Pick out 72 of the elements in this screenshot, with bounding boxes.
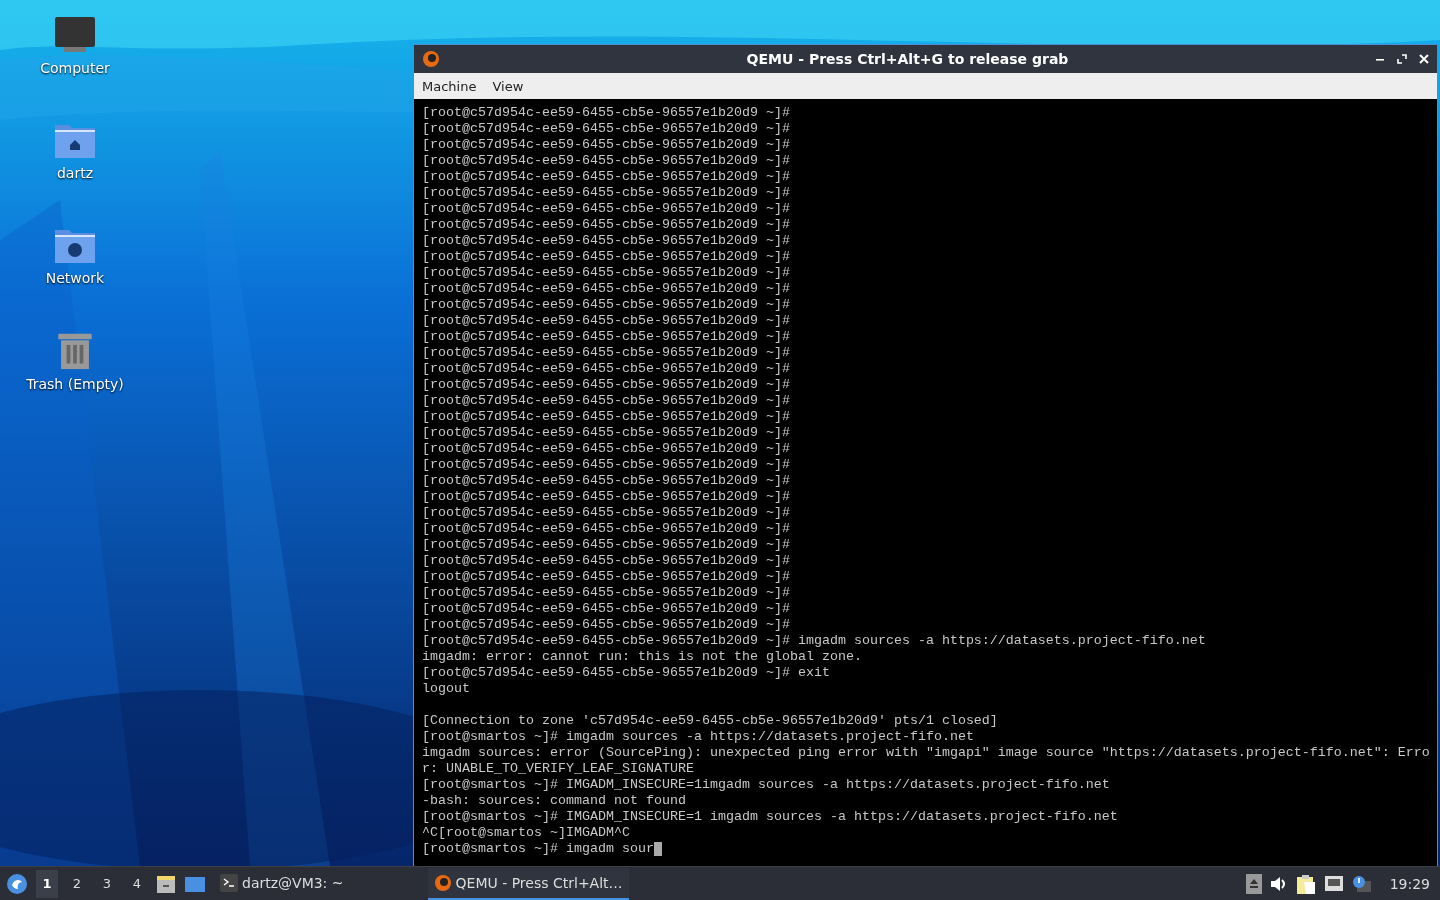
close-icon[interactable] — [1419, 54, 1429, 64]
taskbar-task-button[interactable]: QEMU - Press Ctrl+Alt… — [427, 867, 629, 900]
terminal-line: [root@c57d954c-ee59-6455-cb5e-96557e1b20d9 ~]# — [422, 313, 790, 329]
terminal-line: [root@c57d954c-ee59-6455-cb5e-96557e1b20d9 ~]# — [422, 233, 790, 249]
terminal-line: [root@c57d954c-ee59-6455-cb5e-96557e1b20d9 ~]# — [422, 105, 790, 121]
terminal-line: [root@c57d954c-ee59-6455-cb5e-96557e1b20d9 ~]# — [422, 521, 790, 537]
terminal-line: [root@c57d954c-ee59-6455-cb5e-96557e1b20d9 ~]# — [422, 153, 790, 169]
terminal-line: [root@c57d954c-ee59-6455-cb5e-96557e1b20d9 ~]# — [422, 537, 790, 553]
terminal-line: [root@c57d954c-ee59-6455-cb5e-96557e1b20d9 ~]# — [422, 185, 790, 201]
start-menu-icon[interactable] — [6, 872, 28, 895]
terminal-line: [root@c57d954c-ee59-6455-cb5e-96557e1b20d9 ~]# — [422, 441, 790, 457]
terminal-line: [root@c57d954c-ee59-6455-cb5e-96557e1b20d9 ~]# — [422, 121, 790, 137]
terminal-line: [root@c57d954c-ee59-6455-cb5e-96557e1b20d9 ~]# — [422, 345, 790, 361]
terminal-line: imgadm sources: error (SourcePing): unexpected ping error with "imgapi" image source "https://datasets.project-fifo.net": Erro — [422, 745, 1430, 761]
terminal-line: [root@c57d954c-ee59-6455-cb5e-96557e1b20d9 ~]# — [422, 457, 790, 473]
terminal-line: [root@c57d954c-ee59-6455-cb5e-96557e1b20d9 ~]# — [422, 137, 790, 153]
workspace-button[interactable]: 4 — [126, 869, 148, 898]
terminal-line: [root@c57d954c-ee59-6455-cb5e-96557e1b20d9 ~]# — [422, 249, 790, 265]
terminal-line: [root@smartos ~]# imgadm sour — [422, 841, 654, 857]
workspace-button[interactable]: 2 — [66, 869, 88, 898]
terminal-line: [root@c57d954c-ee59-6455-cb5e-96557e1b20d9 ~]# — [422, 297, 790, 313]
terminal-line: [root@smartos ~]# imgadm sources -a https://datasets.project-fifo.net — [422, 729, 974, 745]
workspace-button[interactable]: 1 — [36, 869, 58, 898]
terminal-line: [root@c57d954c-ee59-6455-cb5e-96557e1b20d9 ~]# — [422, 409, 790, 425]
menu-item[interactable]: View — [492, 78, 524, 94]
desktop-icon-label[interactable]: Network — [45, 270, 105, 286]
qemu-logo-icon — [422, 50, 440, 68]
terminal-line: [root@c57d954c-ee59-6455-cb5e-96557e1b20d9 ~]# — [422, 393, 790, 409]
terminal-line: [root@c57d954c-ee59-6455-cb5e-96557e1b20d9 ~]# — [422, 377, 790, 393]
eject-icon[interactable] — [1245, 873, 1262, 894]
qemu-logo-icon — [433, 873, 452, 892]
terminal-line: [root@c57d954c-ee59-6455-cb5e-96557e1b20d9 ~]# — [422, 425, 790, 441]
terminal-line: [root@c57d954c-ee59-6455-cb5e-96557e1b20d9 ~]# — [422, 201, 790, 217]
terminal-line: [root@c57d954c-ee59-6455-cb5e-96557e1b20d9 ~]# — [422, 489, 790, 505]
monitor-icon[interactable] — [54, 16, 96, 54]
terminal-line: [root@c57d954c-ee59-6455-cb5e-96557e1b20d9 ~]# exit — [422, 665, 830, 681]
terminal-line: [root@c57d954c-ee59-6455-cb5e-96557e1b20d9 ~]# — [422, 169, 790, 185]
terminal-line: [root@c57d954c-ee59-6455-cb5e-96557e1b20d9 ~]# — [422, 569, 790, 585]
terminal-line: [root@smartos ~]# IMGADM_INSECURE=1 imgadm sources -a https://datasets.project-fifo.net — [422, 809, 1118, 825]
terminal-line: -bash: sources: command not found — [422, 793, 686, 809]
workspace-button[interactable]: 3 — [96, 869, 118, 898]
desktop-icon-label[interactable]: Trash (Empty) — [26, 376, 124, 392]
maximize-icon[interactable] — [1397, 54, 1407, 64]
window-title: QEMU - Press Ctrl+Alt+G to release grab — [745, 51, 1070, 67]
terminal-line: [root@c57d954c-ee59-6455-cb5e-96557e1b20d9 ~]# — [422, 601, 790, 617]
clipboard-icon[interactable] — [1295, 873, 1316, 894]
terminal-line: [root@c57d954c-ee59-6455-cb5e-96557e1b20d9 ~]# — [422, 265, 790, 281]
terminal-line: [root@c57d954c-ee59-6455-cb5e-96557e1b20d9 ~]# — [422, 617, 790, 633]
terminal-line: [root@c57d954c-ee59-6455-cb5e-96557e1b20d9 ~]# — [422, 361, 790, 377]
terminal-line: [Connection to zone 'c57d954c-ee59-6455-cb5e-96557e1b20d9' pts/1 closed] — [422, 713, 998, 729]
terminal-line: [root@c57d954c-ee59-6455-cb5e-96557e1b20d9 ~]# — [422, 473, 790, 489]
terminal-line: [root@c57d954c-ee59-6455-cb5e-96557e1b20d9 ~]# — [422, 553, 790, 569]
terminal-line: [root@c57d954c-ee59-6455-cb5e-96557e1b20d9 ~]# — [422, 281, 790, 297]
taskbar-task-button[interactable]: dartz@VM3: ~ — [214, 867, 350, 900]
notification-icon[interactable] — [1351, 874, 1372, 893]
terminal-line: [root@c57d954c-ee59-6455-cb5e-96557e1b20d9 ~]# — [422, 329, 790, 345]
menu-item[interactable]: Machine — [422, 78, 477, 94]
desktop-icon-label[interactable]: dartz — [56, 165, 94, 181]
terminal-line: [root@c57d954c-ee59-6455-cb5e-96557e1b20d9 ~]# — [422, 505, 790, 521]
terminal-line: [root@c57d954c-ee59-6455-cb5e-96557e1b20d9 ~]# — [422, 585, 790, 601]
clock[interactable]: 19:29 — [1389, 875, 1430, 892]
volume-icon[interactable] — [1269, 875, 1288, 892]
terminal-line: [root@c57d954c-ee59-6455-cb5e-96557e1b20d9 ~]# — [422, 217, 790, 233]
terminal-line: [root@c57d954c-ee59-6455-cb5e-96557e1b20d9 ~]# imgadm sources -a https://datasets.project-fifo.net — [422, 633, 1206, 649]
terminal-line: ^C[root@smartos ~]IMGADM^C — [422, 825, 630, 841]
file-cabinet-icon[interactable] — [156, 873, 176, 894]
terminal-line: r: UNABLE_TO_VERIFY_LEAF_SIGNATURE — [422, 761, 694, 777]
terminal-line: imgadm: error: cannot run: this is not the global zone. — [422, 649, 862, 665]
terminal-line: logout — [422, 681, 470, 697]
terminal-line: [root@smartos ~]# IMGADM_INSECURE=1imgadm sources -a https://datasets.project-fifo.net — [422, 777, 1110, 793]
network-icon[interactable] — [1323, 874, 1344, 893]
terminal-icon — [220, 873, 238, 892]
